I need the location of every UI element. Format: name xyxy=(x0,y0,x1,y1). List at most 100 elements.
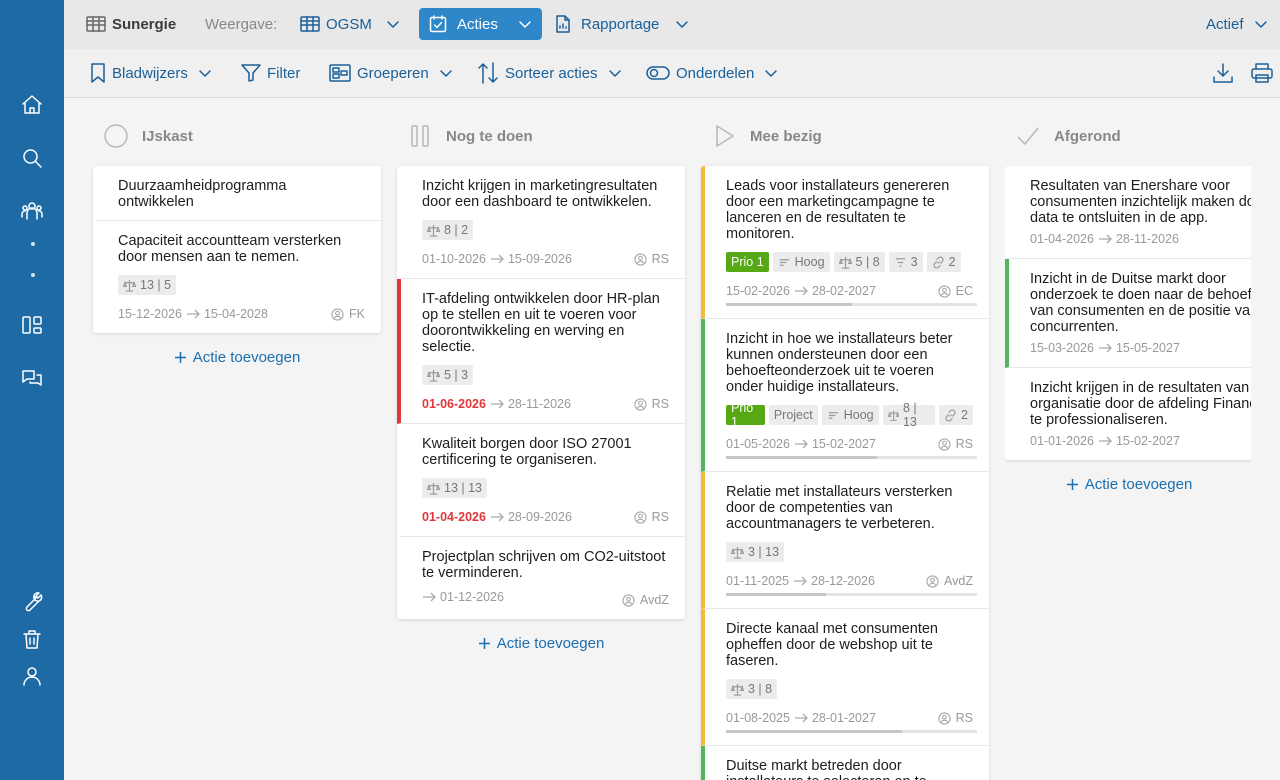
user-icon xyxy=(937,711,951,725)
download-button[interactable] xyxy=(1212,57,1234,89)
bookmark-icon xyxy=(91,63,105,83)
parts-button[interactable]: Onderdelen xyxy=(646,57,778,89)
card-dates: 15-03-2026 15-05-2027 xyxy=(1030,341,1180,355)
weight-tag: 8 | 2 xyxy=(422,220,474,240)
action-card[interactable]: Kwaliteit borgen door ISO 27001 certific… xyxy=(397,424,685,537)
checklist-icon xyxy=(429,15,447,33)
status-selector[interactable]: Actief xyxy=(1206,8,1268,40)
action-card[interactable]: Projectplan schrijven om CO2-uitstoot te… xyxy=(397,537,685,619)
progress-fill xyxy=(726,730,902,733)
column-header-ijskast: IJskast xyxy=(104,122,193,150)
action-card[interactable]: Duurzaamheidprogramma ontwikkelen xyxy=(93,166,381,221)
owner-initials: AvdZ xyxy=(640,593,669,607)
filter-icon xyxy=(241,64,261,82)
action-card[interactable]: IT-afdeling ontwikkelen door HR-plan op … xyxy=(397,279,685,424)
action-card[interactable]: Inzicht krijgen in marketingresultaten d… xyxy=(397,166,685,279)
weight-value: 3 | 13 xyxy=(748,545,780,559)
view-acties[interactable]: Acties xyxy=(419,8,542,40)
table-icon xyxy=(86,16,106,32)
links-value: 2 xyxy=(961,408,968,422)
wrench-icon[interactable] xyxy=(18,588,46,616)
column-title: IJskast xyxy=(142,127,193,145)
owner-initials: RS xyxy=(651,397,669,411)
links-value: 2 xyxy=(948,255,956,269)
board-icon[interactable] xyxy=(18,311,46,339)
weight-value: 8 | 2 xyxy=(444,223,469,237)
workspace-name: Sunergie xyxy=(112,15,177,33)
sort-button[interactable]: Sorteer acties xyxy=(477,57,622,89)
action-card[interactable]: Inzicht krijgen in de resultaten van org… xyxy=(1005,368,1251,460)
owner-initials: FK xyxy=(349,307,365,321)
steps-tag: 3 xyxy=(888,252,923,272)
action-card[interactable]: Inzicht in de Duitse markt door onderzoe… xyxy=(1005,259,1251,368)
toggle-icon xyxy=(646,66,670,80)
trash-icon[interactable] xyxy=(18,625,46,653)
action-card[interactable]: Inzicht in hoe we installateurs beter ku… xyxy=(701,319,989,472)
weight-tag: 5 | 3 xyxy=(422,365,474,385)
action-card[interactable]: Resultaten van Enershare voor consumente… xyxy=(1005,166,1251,259)
search-icon[interactable] xyxy=(18,144,46,172)
column-afgerond: Resultaten van Enershare voor consumente… xyxy=(1005,166,1251,494)
weight-value: 3 | 8 xyxy=(748,682,773,696)
top-bar: Sunergie Weergave: OGSM Acties Rapportag… xyxy=(64,0,1280,49)
filter-label: Filter xyxy=(267,64,301,82)
user-icon[interactable] xyxy=(18,662,46,690)
weight-tag: 3 | 13 xyxy=(726,542,785,562)
card-meta: 15-03-202615-05-2027 A xyxy=(1030,341,1251,355)
card-title: Inzicht krijgen in marketingresultaten d… xyxy=(422,178,658,210)
card-title: IT-afdeling ontwikkelen door HR-plan op … xyxy=(422,291,660,355)
weight-value: 5 | 8 xyxy=(855,255,880,269)
card-owner: RS xyxy=(633,510,669,524)
view-rapportage[interactable]: Rapportage xyxy=(555,8,689,40)
chevron-down-icon xyxy=(608,70,621,77)
card-owner: AvdZ xyxy=(926,574,973,588)
priority-badge: Prio 1 xyxy=(726,401,765,429)
plus-icon xyxy=(1066,478,1078,490)
card-tags: 13 | 13 xyxy=(422,478,669,498)
weight-value: 8 | 13 xyxy=(902,401,917,429)
card-meta: 01-04-2026 28-09-2026 RS xyxy=(422,510,669,524)
add-action-button[interactable]: Actie toevoegen xyxy=(93,347,381,367)
sort-label: Sorteer acties xyxy=(505,64,598,82)
action-card[interactable]: Relatie met installateurs versterken doo… xyxy=(701,472,989,609)
view-ogsm[interactable]: OGSM xyxy=(300,8,400,40)
card-title: Relatie met installateurs versterken doo… xyxy=(726,484,953,532)
action-card[interactable]: Leads voor installateurs genereren door … xyxy=(701,166,989,319)
start-date-overdue: 01-06-2026 xyxy=(422,397,486,411)
filter-button[interactable]: Filter xyxy=(241,57,300,89)
end-date: 28-01-2027 xyxy=(811,711,876,725)
home-icon[interactable] xyxy=(18,91,46,119)
priority-value: Hoog xyxy=(794,255,825,269)
chat-icon[interactable] xyxy=(18,364,46,392)
card-meta: 01-12-2026 AvdZ xyxy=(422,587,669,607)
scale-icon xyxy=(887,410,899,421)
print-button[interactable] xyxy=(1250,57,1274,89)
owner-initials: AvdZ xyxy=(944,574,973,588)
group-button[interactable]: Groeperen xyxy=(329,57,453,89)
action-card[interactable]: Directe kanaal met consumenten opheffen … xyxy=(701,609,989,746)
add-action-button[interactable]: Actie toevoegen xyxy=(397,633,685,653)
action-card[interactable]: Capaciteit accountteam versterken door m… xyxy=(93,221,381,333)
bookmarks-button[interactable]: Bladwijzers xyxy=(90,57,212,89)
card-dates: 01-01-2026 15-02-2027 xyxy=(1030,434,1180,448)
card-dates: 01-12-2026 xyxy=(422,590,504,604)
link-icon xyxy=(933,256,944,268)
chevron-down-icon xyxy=(199,70,211,77)
card-title: Directe kanaal met consumenten opheffen … xyxy=(726,621,938,669)
lines-icon xyxy=(828,411,838,419)
arrow-right-icon xyxy=(1098,234,1112,244)
progress-fill xyxy=(726,303,852,306)
users-icon[interactable] xyxy=(18,197,46,225)
view-acties-label: Acties xyxy=(457,15,498,33)
card-owner: RS xyxy=(633,397,669,411)
download-icon xyxy=(1213,63,1233,83)
workspace-selector[interactable]: Sunergie xyxy=(86,8,176,40)
card-tags: 13 | 5 xyxy=(118,275,365,295)
column-header-nog-te-doen: Nog te doen xyxy=(408,122,533,150)
view-rapportage-label: Rapportage xyxy=(581,15,660,33)
arrow-right-icon xyxy=(794,439,808,449)
chevron-down-icon xyxy=(519,21,531,28)
add-action-button[interactable]: Actie toevoegen xyxy=(1005,474,1251,494)
action-card[interactable]: Duitse markt betreden door installateurs… xyxy=(701,746,989,780)
lines-icon xyxy=(779,258,789,266)
